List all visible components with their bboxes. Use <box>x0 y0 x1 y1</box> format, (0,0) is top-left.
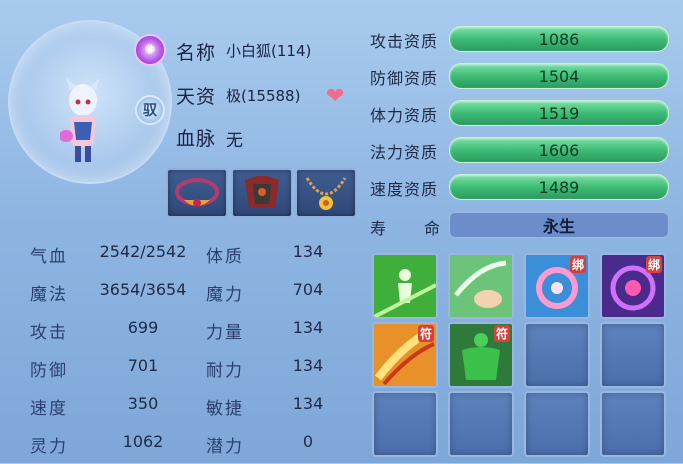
heart-icon[interactable]: ❤ <box>326 84 344 109</box>
quality-label: 速度资质 <box>370 180 439 199</box>
equipment-slot-collar[interactable] <box>166 168 228 218</box>
armor-icon <box>245 176 279 208</box>
skill-slot[interactable]: 符 <box>372 322 438 388</box>
quality-label: 防御资质 <box>370 69 439 88</box>
empty-skill-slot[interactable] <box>372 391 438 457</box>
stat-label: 魔法 <box>30 285 68 305</box>
stat-value: 350 <box>127 394 159 413</box>
aptitude-value: 极(15588) <box>226 87 301 105</box>
skill-slot[interactable] <box>372 253 438 319</box>
necklace-icon <box>305 177 347 210</box>
attribute-label: 体质 <box>206 247 244 267</box>
stat-label: 气血 <box>30 247 68 267</box>
skill-slot[interactable]: 绑 <box>524 253 590 319</box>
skill-tag-badge: 绑 <box>569 256 586 273</box>
attribute-value: 134 <box>292 242 324 261</box>
attribute-value: 704 <box>292 280 324 299</box>
skill-tag-badge: 绑 <box>645 256 662 273</box>
bind-badge[interactable]: 驭 <box>135 95 165 125</box>
name-label: 名称 <box>176 42 217 64</box>
quality-value-bar: 1489 <box>449 174 669 200</box>
empty-skill-slot[interactable] <box>448 391 514 457</box>
summon-sigil-icon[interactable]: ✺ <box>134 34 166 66</box>
pet-avatar <box>60 78 100 162</box>
quality-label: 法力资质 <box>370 143 439 162</box>
skill-slot[interactable] <box>448 253 514 319</box>
attribute-label: 耐力 <box>206 361 244 381</box>
attribute-label: 力量 <box>206 323 244 343</box>
stat-label: 攻击 <box>30 323 68 343</box>
empty-skill-slot[interactable] <box>600 391 666 457</box>
stat-label: 速度 <box>30 399 68 419</box>
equipment-slot-armor[interactable] <box>231 168 293 218</box>
empty-skill-slot[interactable] <box>524 391 590 457</box>
stat-value: 699 <box>127 318 159 337</box>
bloodline-value: 无 <box>226 131 243 151</box>
stat-label: 灵力 <box>30 437 68 457</box>
attribute-value: 134 <box>292 318 324 337</box>
empty-skill-slot[interactable] <box>524 322 590 388</box>
skill-tag-badge: 符 <box>493 325 510 342</box>
empty-skill-slot[interactable] <box>600 322 666 388</box>
quality-value-bar: 1504 <box>449 63 669 89</box>
stat-value: 701 <box>127 356 159 375</box>
attribute-value: 134 <box>292 356 324 375</box>
lifespan-label-2: 命 <box>424 219 442 238</box>
quality-value-bar: 1606 <box>449 137 669 163</box>
skill-tag-badge: 符 <box>417 325 434 342</box>
attribute-label: 敏捷 <box>206 399 244 419</box>
attribute-value: 134 <box>292 394 324 413</box>
equipment-slot-necklace[interactable] <box>295 168 357 218</box>
skill-slot[interactable]: 符 <box>448 322 514 388</box>
lifespan-value: 永生 <box>449 212 669 238</box>
skill-slot[interactable]: 绑 <box>600 253 666 319</box>
attribute-label: 潜力 <box>206 437 244 457</box>
quality-value-bar: 1519 <box>449 100 669 126</box>
green-figure-skill-icon <box>374 255 436 317</box>
quality-label: 攻击资质 <box>370 32 439 51</box>
lifespan-label-1: 寿 <box>370 219 388 238</box>
stat-value: 1062 <box>122 432 164 451</box>
stats-grid: 气血 2542/2542 体质 134 魔法 3654/3654 魔力 704 攻击 699 力量 1… <box>30 236 360 464</box>
stat-label: 防御 <box>30 361 68 381</box>
bloodline-label: 血脉 <box>176 128 217 150</box>
quality-value-bar: 1086 <box>449 26 669 52</box>
collar-icon <box>175 178 219 207</box>
name-value: 小白狐(114) <box>226 42 312 60</box>
aptitude-label: 天资 <box>176 86 217 108</box>
stat-value: 2542/2542 <box>99 242 187 261</box>
quality-label: 体力资质 <box>370 106 439 125</box>
attribute-label: 魔力 <box>206 285 244 305</box>
stat-value: 3654/3654 <box>99 280 187 299</box>
pointing-hand-skill-icon <box>450 255 512 317</box>
attribute-value: 0 <box>302 432 314 451</box>
